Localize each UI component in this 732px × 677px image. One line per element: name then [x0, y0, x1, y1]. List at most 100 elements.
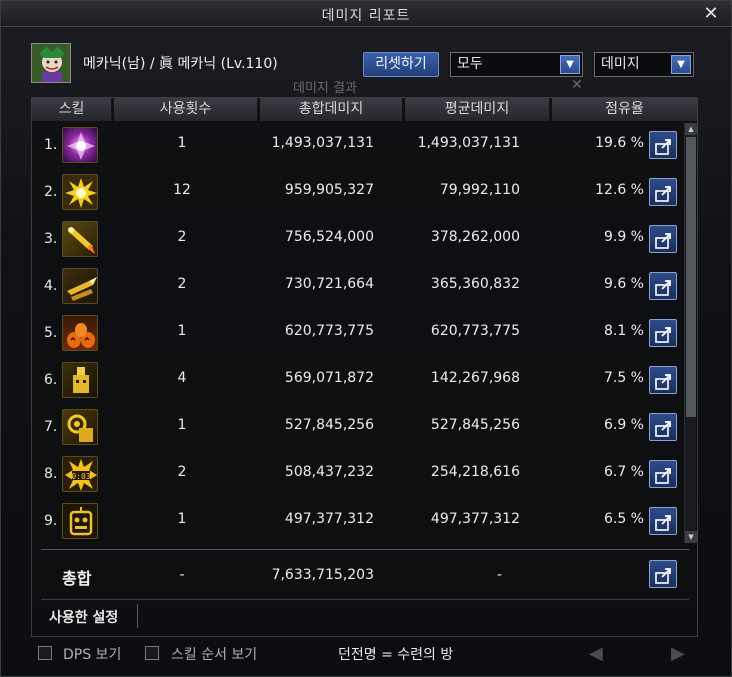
total-average: - — [496, 567, 502, 583]
damage-share: 6.5 % — [603, 511, 644, 527]
scroll-up-icon[interactable]: ▲ — [685, 123, 697, 135]
use-count: 2 — [177, 276, 187, 292]
type-select-value: 데미지 — [601, 56, 640, 72]
scroll-down-icon[interactable]: ▼ — [685, 531, 697, 543]
share-button[interactable] — [649, 507, 677, 535]
row-rank: 3. — [44, 231, 58, 247]
damage-report-window: 데미지 리포트 ✕ 메카닉(남) / 眞 메카닉 (Lv.110) 리셋하기 모… — [0, 0, 732, 677]
titlebar[interactable]: 데미지 리포트 ✕ — [1, 1, 731, 27]
missile-icon — [62, 268, 98, 304]
table-row: 2. 12 959,905,327 79,992,110 12.6 % — [32, 170, 682, 217]
row-rank: 5. — [44, 325, 58, 341]
used-settings-label: 사용한 설정 — [49, 610, 119, 626]
filter-select-value: 모두 — [457, 56, 483, 72]
reset-button[interactable]: 리셋하기 — [363, 52, 439, 77]
total-damage: 620,773,775 — [284, 323, 374, 339]
footer: DPS 보기 스킬 순서 보기 던전명 = 수련의 방 ◀ ▶ — [1, 641, 731, 671]
row-rank: 7. — [44, 419, 58, 435]
share-button[interactable] — [649, 460, 677, 488]
export-icon — [655, 233, 671, 249]
total-share-button[interactable] — [649, 560, 677, 588]
row-rank: 4. — [44, 278, 58, 294]
export-icon — [655, 421, 671, 437]
use-count: 2 — [177, 229, 187, 245]
total-damage: 569,071,872 — [284, 370, 374, 386]
next-arrow-icon[interactable]: ▶ — [671, 643, 685, 664]
total-damage: 756,524,000 — [284, 229, 374, 245]
column-header-average: 평균데미지 — [405, 98, 550, 121]
damage-share: 12.6 % — [595, 182, 644, 198]
share-button[interactable] — [649, 131, 677, 159]
use-count: 1 — [177, 323, 187, 339]
robot-drop-icon — [62, 362, 98, 398]
column-header-total: 총합데미지 — [260, 98, 403, 121]
previous-arrow-icon[interactable]: ◀ — [589, 643, 603, 664]
column-header-skill: 스킬 — [32, 98, 112, 121]
share-button[interactable] — [649, 413, 677, 441]
background-close-icon: ✕ — [571, 77, 583, 93]
total-damage: 959,905,327 — [284, 182, 374, 198]
skill-order-toggle-label[interactable]: 스킬 순서 보기 — [171, 644, 257, 664]
row-rank: 1. — [44, 137, 58, 153]
damage-share: 9.9 % — [603, 229, 644, 245]
export-icon — [655, 568, 671, 584]
gear-robot-icon — [62, 409, 98, 445]
row-rank: 8. — [44, 466, 58, 482]
total-damage: 497,377,312 — [284, 511, 374, 527]
export-icon — [655, 515, 671, 531]
scroll-thumb[interactable] — [686, 137, 696, 417]
use-count: 12 — [173, 182, 191, 198]
share-button[interactable] — [649, 178, 677, 206]
use-count: 2 — [177, 464, 187, 480]
average-damage: 79,992,110 — [439, 182, 520, 198]
average-damage: 1,493,037,131 — [417, 135, 520, 151]
damage-share: 19.6 % — [595, 135, 644, 151]
total-label: 총합 — [62, 569, 92, 588]
use-count: 4 — [177, 370, 187, 386]
damage-share: 8.1 % — [603, 323, 644, 339]
total-damage: 508,437,232 — [284, 464, 374, 480]
table-header: 스킬 사용횟수 총합데미지 평균데미지 점유율 — [32, 98, 697, 121]
share-button[interactable] — [649, 272, 677, 300]
svg-text:0:03: 0:03 — [71, 472, 90, 481]
dungeon-name: 던전명 = 수련의 방 — [338, 647, 454, 663]
average-damage: 378,262,000 — [430, 229, 520, 245]
share-button[interactable] — [649, 366, 677, 394]
table-row: 8. 0:03 2 508,437,232 254,218,616 6.7 % — [32, 452, 682, 499]
share-button[interactable] — [649, 225, 677, 253]
export-icon — [655, 280, 671, 296]
table-row: 4. 2 730,721,664 365,360,832 9.6 % — [32, 264, 682, 311]
table-row: 6. 4 569,071,872 142,267,968 7.5 % — [32, 358, 682, 405]
table-row: 3. 2 756,524,000 378,262,000 9.9 % — [32, 217, 682, 264]
average-damage: 142,267,968 — [430, 370, 520, 386]
total-count: - — [179, 567, 185, 583]
skill-order-checkbox[interactable] — [145, 646, 159, 660]
average-damage: 527,845,256 — [430, 417, 520, 433]
table-row: 7. 1 527,845,256 527,845,256 6.9 % — [32, 405, 682, 452]
damage-share: 7.5 % — [603, 370, 644, 386]
settings-divider — [41, 599, 689, 600]
rocket-icon — [62, 221, 98, 257]
filter-select[interactable]: 모두 ▼ — [450, 52, 583, 77]
yellow-explosion-icon — [62, 174, 98, 210]
character-name: 메카닉(남) / 眞 메카닉 (Lv.110) — [83, 56, 278, 72]
total-damage: 527,845,256 — [284, 417, 374, 433]
character-portrait — [31, 43, 71, 83]
table-scrollbar[interactable]: ▲ ▼ — [684, 123, 697, 543]
total-damage: 1,493,037,131 — [271, 135, 374, 151]
chevron-down-icon[interactable]: ▼ — [560, 55, 580, 74]
share-button[interactable] — [649, 319, 677, 347]
total-row: 총합 - 7,633,715,203 - — [32, 553, 697, 597]
window-title: 데미지 리포트 — [321, 8, 411, 24]
close-button[interactable]: ✕ — [701, 4, 721, 24]
type-select[interactable]: 데미지 ▼ — [594, 52, 694, 77]
background-label: 데미지 결과 — [293, 81, 357, 96]
total-damage-sum: 7,633,715,203 — [271, 567, 374, 583]
dps-toggle-label[interactable]: DPS 보기 — [63, 644, 121, 664]
table-row: 9. 1 497,377,312 497,377,312 6.5 % — [32, 499, 682, 546]
settings-separator — [137, 604, 138, 628]
chevron-down-icon[interactable]: ▼ — [671, 55, 691, 74]
dps-checkbox[interactable] — [38, 646, 52, 660]
use-count: 1 — [177, 417, 187, 433]
timer-bomb-icon: 0:03 — [62, 456, 98, 492]
